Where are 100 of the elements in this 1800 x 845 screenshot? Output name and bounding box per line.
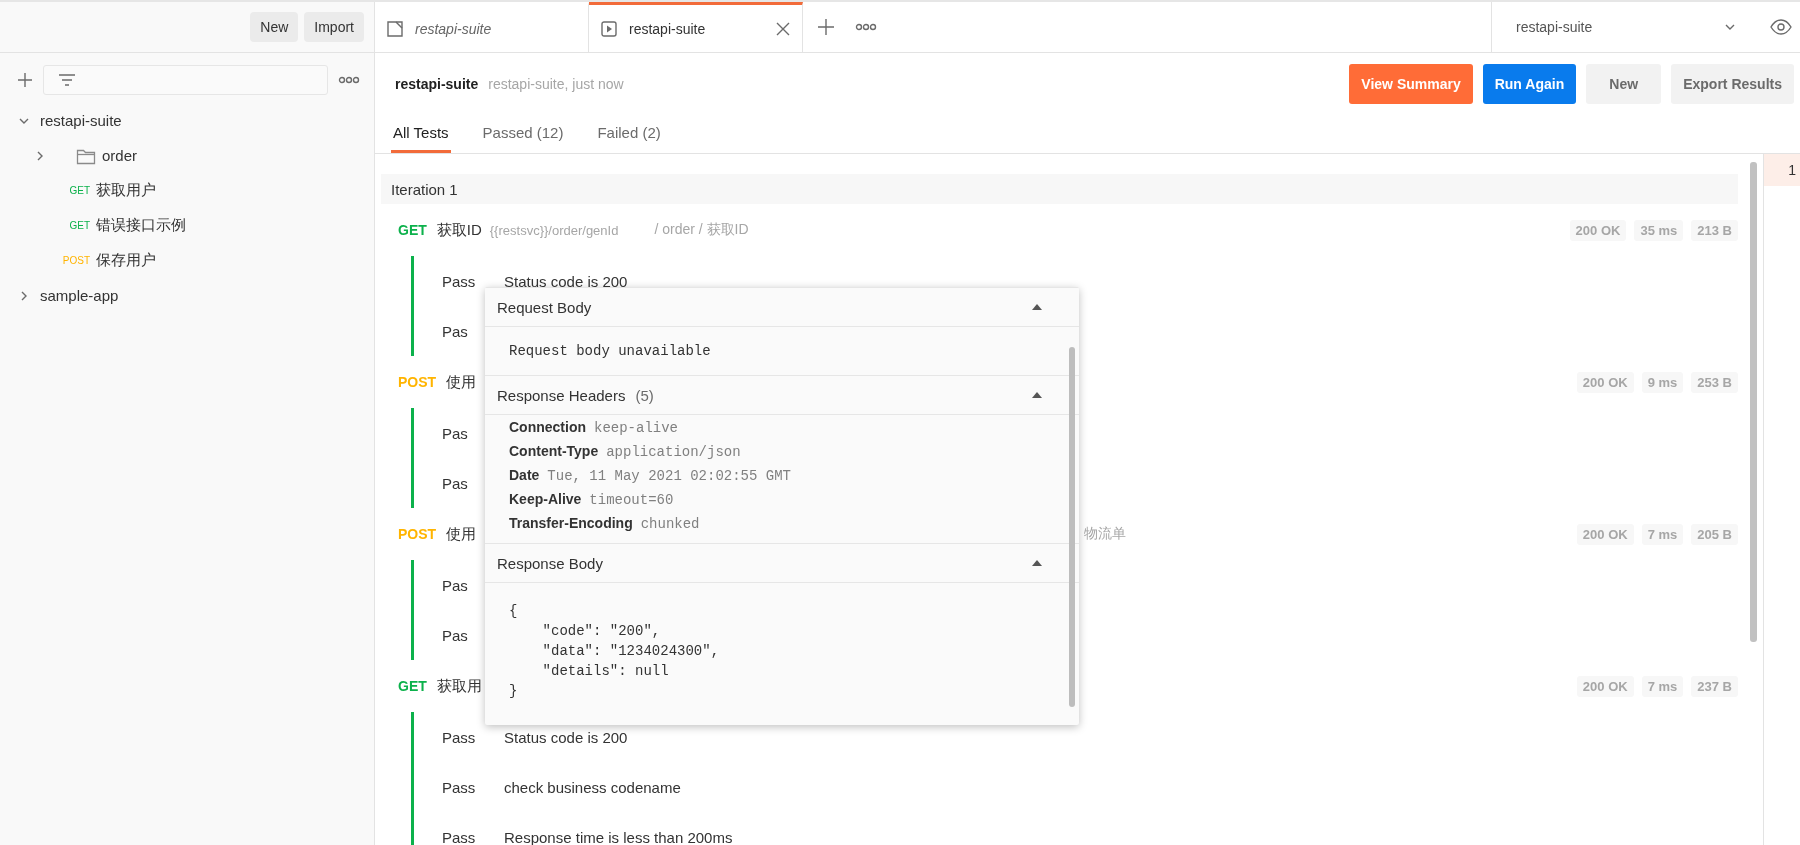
collapse-triangle-icon[interactable]	[1031, 559, 1043, 567]
method-label: GET	[398, 678, 427, 694]
method-label: POST	[61, 255, 90, 266]
code-line: }	[509, 682, 519, 701]
response-stat: 200 OK	[1569, 219, 1627, 241]
tree-item[interactable]: GET 错误接口示例	[0, 208, 374, 243]
play-icon	[601, 20, 617, 37]
collapse-triangle-icon[interactable]	[1031, 391, 1043, 399]
header-value: Tue, 11 May 2021 02:02:55 GMT	[547, 468, 791, 484]
test-result: Pass	[442, 272, 477, 290]
result-tab[interactable]: Passed (12)	[480, 115, 566, 153]
test-result: Pass	[442, 728, 477, 746]
result-tab[interactable]: Failed (2)	[595, 115, 663, 153]
code-line: "details": null	[541, 662, 670, 681]
test-name: check business codename	[504, 778, 681, 796]
scrollbar[interactable]	[1750, 162, 1757, 642]
response-stat: 7 ms	[1641, 523, 1684, 545]
header-name: Date	[509, 467, 540, 483]
header-name: Transfer-Encoding	[509, 515, 633, 531]
method-label: POST	[398, 526, 437, 542]
test-result: Pas	[442, 474, 469, 492]
sidebar-button[interactable]: New	[250, 12, 299, 42]
request-name: 获取用	[436, 676, 482, 696]
tab[interactable]: restapi-suite	[375, 2, 589, 52]
section-title: Response Headers	[497, 386, 626, 404]
action-button[interactable]: New	[1586, 64, 1662, 104]
iteration-marker[interactable]: 1	[1764, 154, 1800, 186]
more-icon[interactable]	[338, 76, 360, 84]
request-name: 使用	[446, 372, 477, 392]
response-stat: 200 OK	[1576, 523, 1634, 545]
tree-label: restapi-suite	[40, 112, 122, 129]
body-text: Request body unavailable	[509, 343, 712, 359]
tree-label: 错误接口示例	[96, 216, 186, 235]
collapse-triangle-icon[interactable]	[1031, 303, 1043, 311]
test-name: Status code is 200	[504, 728, 628, 746]
test-result: Pas	[442, 626, 469, 644]
test-result: Pass	[442, 828, 477, 845]
plus-icon[interactable]	[817, 18, 835, 36]
request-path: / order / 获取ID	[654, 221, 749, 239]
test-result: Pass	[442, 778, 477, 796]
request-path: 物流单	[1084, 525, 1127, 543]
filter-field[interactable]	[43, 65, 328, 95]
tree-item[interactable]: sample-app	[0, 278, 374, 313]
run-title: restapi-suite	[395, 76, 479, 92]
header-name: Content-Type	[509, 443, 599, 459]
tree-item[interactable]: restapi-suite	[0, 103, 374, 138]
tree-label: order	[102, 147, 138, 164]
response-stat: 200 OK	[1576, 675, 1634, 697]
tree-label: sample-app	[40, 287, 119, 304]
response-stat: 213 B	[1691, 219, 1738, 241]
test-result: Pas	[442, 576, 469, 594]
response-stat: 205 B	[1691, 523, 1738, 545]
document-icon	[387, 20, 403, 37]
test-name: Response time is less than 200ms	[504, 828, 733, 845]
more-icon[interactable]	[855, 23, 877, 31]
code-line: "code": "200",	[541, 622, 662, 641]
method-label: GET	[398, 222, 427, 238]
result-tab[interactable]: All Tests	[391, 115, 451, 153]
close-icon[interactable]	[776, 21, 790, 36]
run-subtitle: restapi-suite, just now	[488, 76, 624, 92]
method-label: GET	[68, 220, 90, 231]
tree-label: 保存用户	[96, 251, 156, 270]
request-url: {{restsvc}}/order/genId	[489, 222, 619, 238]
request-name: 使用	[446, 524, 477, 544]
response-stat: 9 ms	[1641, 371, 1684, 393]
eye-icon[interactable]	[1770, 19, 1792, 35]
scrollbar[interactable]	[1069, 347, 1075, 707]
action-button[interactable]: Export Results	[1671, 64, 1794, 104]
header-value: chunked	[640, 516, 700, 532]
tree-item[interactable]: POST 保存用户	[0, 243, 374, 278]
method-label: POST	[398, 374, 437, 390]
environment-dropdown[interactable]: restapi-suite	[1491, 2, 1756, 52]
request-name: 获取ID	[436, 220, 482, 240]
section-title: Response Body	[497, 554, 603, 572]
plus-icon[interactable]	[17, 72, 33, 88]
header-value: application/json	[606, 444, 741, 460]
response-stat: 237 B	[1691, 675, 1738, 697]
header-count: (5)	[635, 386, 654, 404]
header-value: keep-alive	[594, 420, 678, 436]
tree-label: 获取用户	[96, 181, 156, 200]
tree-item[interactable]: order	[0, 138, 374, 173]
tree-item[interactable]: GET 获取用户	[0, 173, 374, 208]
tab[interactable]: restapi-suite	[589, 2, 803, 52]
iteration-header: Iteration 1	[381, 174, 1738, 204]
response-stat: 253 B	[1691, 371, 1738, 393]
response-stat: 200 OK	[1576, 371, 1634, 393]
response-stat: 35 ms	[1634, 219, 1684, 241]
action-button[interactable]: Run Again	[1482, 64, 1577, 104]
code-line: {	[509, 602, 519, 621]
sidebar-button[interactable]: Import	[304, 12, 364, 42]
code-line: "data": "1234024300",	[541, 642, 721, 661]
response-stat: 7 ms	[1641, 675, 1684, 697]
test-result: Pas	[442, 322, 469, 340]
test-result: Pas	[442, 424, 469, 442]
section-title: Request Body	[497, 298, 592, 316]
method-label: GET	[68, 185, 90, 196]
filter-icon	[58, 73, 76, 87]
header-value: timeout=60	[589, 492, 674, 508]
header-name: Keep-Alive	[509, 491, 582, 507]
test-name: Status code is 200	[504, 272, 628, 290]
